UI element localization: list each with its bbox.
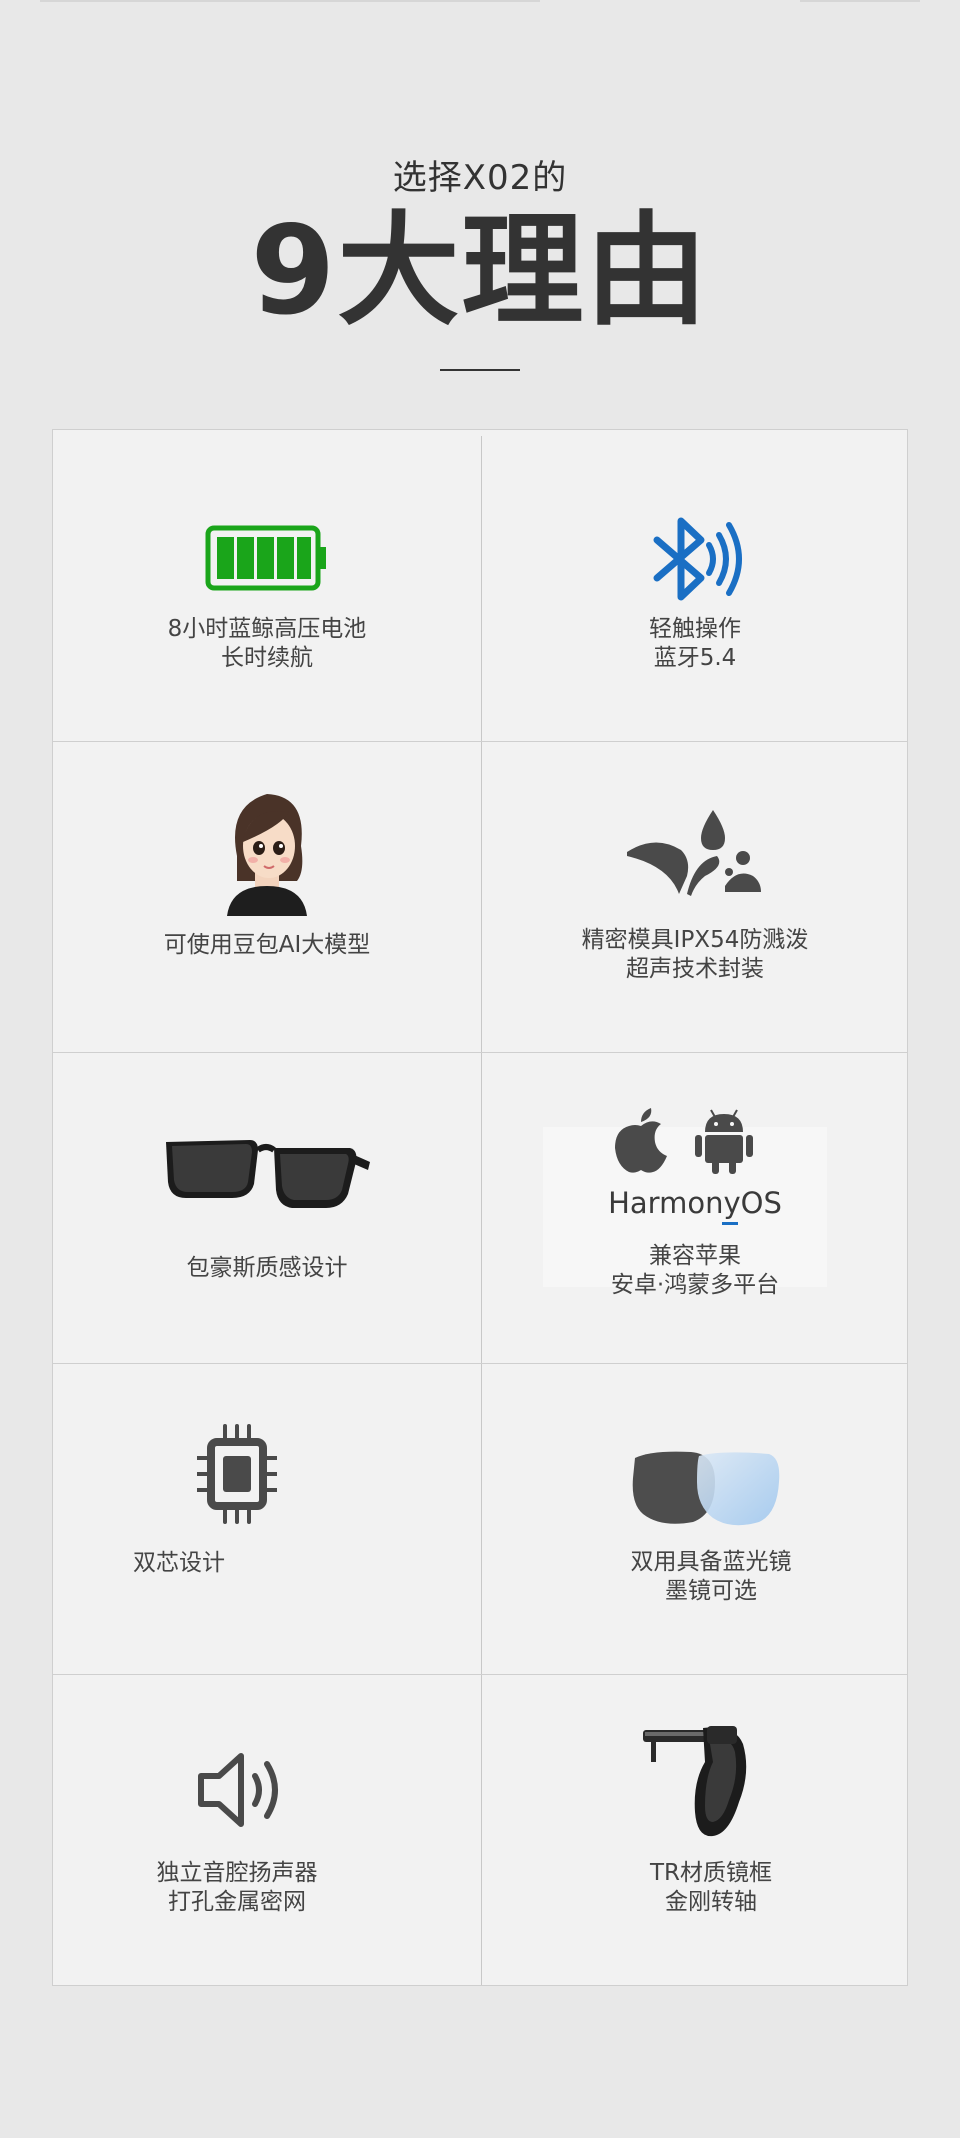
- feature-label: TR材质镜框 金刚转轴: [497, 1859, 925, 1917]
- feature-line1: 轻触操作: [649, 616, 741, 642]
- feature-cell-design: 包豪斯质感设计: [53, 1052, 481, 1363]
- feature-cell-lens: 双用具备蓝光镜 墨镜可选: [481, 1363, 909, 1674]
- feature-line1: 8小时蓝鲸高压电池: [167, 616, 367, 642]
- page-header: 选择X02的 9大理由: [0, 150, 960, 372]
- apple-icon: [615, 1108, 667, 1173]
- sunglasses-icon: [166, 1140, 370, 1208]
- water-splash-icon: [627, 810, 761, 896]
- speaker-icon: [198, 1753, 278, 1827]
- lens-icon: [632, 1451, 780, 1526]
- feature-line2: 超声技术封装: [626, 956, 764, 982]
- page-subtitle: 选择X02的: [392, 158, 568, 198]
- page-title: 9大理由: [250, 200, 710, 342]
- feature-cell-ai: 可使用豆包AI大模型: [53, 741, 481, 1052]
- top-decor-line: [40, 0, 540, 2]
- feature-cell-speaker: 独立音腔扬声器 打孔金属密网: [53, 1674, 481, 1985]
- feature-line2: 安卓·鸿蒙多平台: [610, 1272, 780, 1298]
- android-icon: [695, 1109, 753, 1174]
- feature-line1: 双用具备蓝光镜: [630, 1549, 792, 1575]
- feature-line1: TR材质镜框: [649, 1860, 773, 1886]
- feature-cell-frame: TR材质镜框 金刚转轴: [481, 1674, 909, 1985]
- feature-line2: 长时续航: [221, 645, 313, 671]
- feature-line2: 打孔金属密网: [168, 1889, 306, 1915]
- feature-line1: 可使用豆包AI大模型: [163, 932, 371, 958]
- bluetooth-icon: [653, 517, 742, 601]
- harmonyos-underline: [722, 1222, 738, 1225]
- feature-label: 独立音腔扬声器 打孔金属密网: [23, 1859, 451, 1917]
- ai-avatar-icon: [227, 794, 307, 916]
- feature-label: 双用具备蓝光镜 墨镜可选: [497, 1548, 925, 1606]
- title-divider: [440, 369, 520, 372]
- feature-cell-battery: 8小时蓝鲸高压电池 长时续航: [53, 430, 481, 741]
- feature-line1: 兼容苹果: [649, 1243, 741, 1269]
- harmonyos-logo: HarmonyOS: [608, 1186, 782, 1220]
- top-decor-line-right: [800, 0, 920, 2]
- feature-cell-bluetooth: 轻触操作 蓝牙5.4: [481, 430, 909, 741]
- battery-icon: [205, 525, 326, 591]
- chip-icon: [197, 1424, 277, 1524]
- feature-line1: 双芯设计: [133, 1550, 225, 1576]
- hinge-icon: [643, 1726, 747, 1837]
- feature-line2: 蓝牙5.4: [653, 645, 737, 671]
- feature-cell-compat: HarmonyOS 兼容苹果 安卓·鸿蒙多平台: [481, 1052, 909, 1363]
- feature-line2: 金刚转轴: [665, 1889, 757, 1915]
- feature-label: 可使用豆包AI大模型: [53, 931, 481, 960]
- feature-grid: 8小时蓝鲸高压电池 长时续航 轻触操作 蓝牙5.4 可使用豆包AI大模型 精密模…: [52, 429, 908, 1986]
- feature-label: 双芯设计: [0, 1549, 393, 1578]
- feature-label: 轻触操作 蓝牙5.4: [481, 615, 909, 673]
- feature-line1: 包豪斯质感设计: [186, 1255, 348, 1281]
- feature-line2: 墨镜可选: [665, 1578, 757, 1604]
- feature-cell-waterproof: 精密模具IPX54防溅泼 超声技术封装: [481, 741, 909, 1052]
- feature-label: 8小时蓝鲸高压电池 长时续航: [53, 615, 481, 673]
- feature-cell-chip: 双芯设计: [53, 1363, 481, 1674]
- feature-label: 精密模具IPX54防溅泼 超声技术封装: [481, 926, 909, 984]
- feature-label: 兼容苹果 安卓·鸿蒙多平台: [481, 1242, 909, 1300]
- feature-line1: 精密模具IPX54防溅泼: [581, 927, 809, 953]
- feature-line1: 独立音腔扬声器: [156, 1860, 318, 1886]
- feature-label: 包豪斯质感设计: [53, 1254, 481, 1283]
